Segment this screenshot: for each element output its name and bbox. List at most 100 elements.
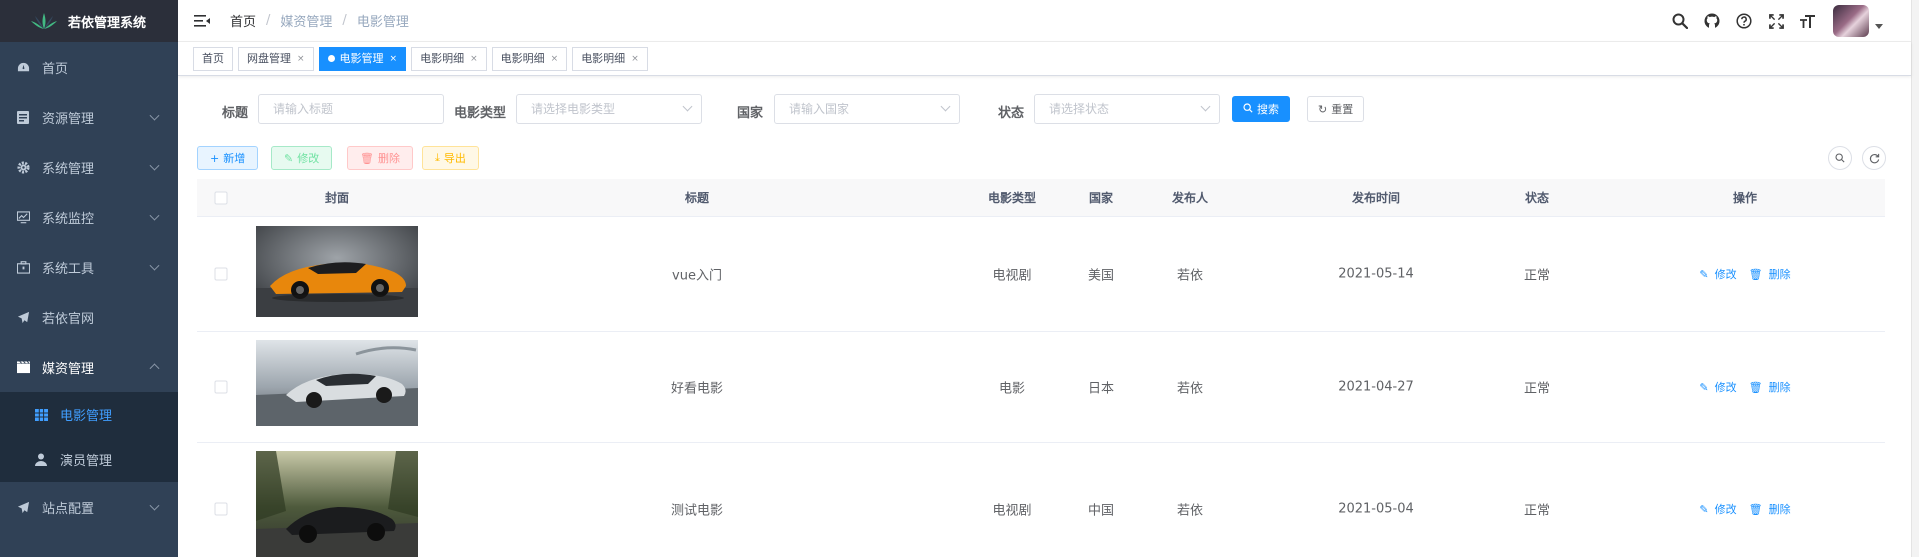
cell-publish-date: 2021-05-04	[1338, 501, 1414, 517]
dashboard-icon	[16, 60, 30, 74]
search-button-label: 搜索	[1257, 103, 1279, 116]
cell-status: 正常	[1523, 503, 1551, 519]
sidebar-item-actors[interactable]: 演员管理	[0, 437, 178, 482]
cell-title: 测试电影	[670, 503, 724, 519]
row-delete-link[interactable]: 🗑 删除	[1746, 379, 1794, 395]
download-icon: ⤓	[435, 151, 440, 164]
toggle-search-button[interactable]	[1828, 146, 1852, 170]
refresh-icon	[1869, 153, 1879, 163]
sidebar-item-monitor[interactable]: 系统监控	[0, 192, 178, 242]
sidebar-item-label: 资源管理	[42, 111, 95, 127]
close-icon[interactable]: ×	[631, 48, 639, 70]
sidebar-item-resources[interactable]: 资源管理	[0, 92, 178, 142]
search-icon[interactable]	[1671, 12, 1689, 30]
cell-publish-date: 2021-05-14	[1338, 266, 1414, 282]
table-row: 好看电影 电影 日本 若依 2021-04-27 正常 ✎ 修改 🗑 删除	[197, 332, 1885, 443]
export-button[interactable]: ⤓ 导出	[422, 146, 479, 170]
export-button-label: 导出	[443, 152, 466, 165]
sidebar-item-label: 系统工具	[42, 261, 95, 277]
row-checkbox[interactable]	[214, 380, 228, 394]
chevron-down-icon	[149, 210, 160, 221]
edit-icon: ✎	[1699, 503, 1709, 516]
active-dot-icon	[327, 55, 335, 62]
fullscreen-icon[interactable]	[1767, 12, 1785, 30]
movie-type-placeholder: 请选择电影类型	[531, 102, 616, 116]
chevron-down-icon	[940, 101, 951, 112]
add-button[interactable]: + 新增	[197, 146, 259, 170]
table-toolbar: + 新增 ✎ 修改 🗑 删除 ⤓ 导出	[178, 146, 1911, 180]
column-header-status: 状态	[1524, 191, 1550, 205]
row-checkbox[interactable]	[214, 267, 228, 281]
row-edit-link[interactable]: ✎ 修改	[1696, 266, 1739, 282]
row-delete-link[interactable]: 🗑 删除	[1746, 501, 1794, 517]
row-edit-link[interactable]: ✎ 修改	[1696, 501, 1739, 517]
app: 若依管理系统 首页 资源管理 系统管理 系统监控 系统工具 若依官网 媒资管理 …	[0, 0, 1919, 557]
chevron-up-icon	[149, 363, 160, 374]
column-header-publisher: 发布人	[1171, 191, 1209, 205]
tag-movie-management[interactable]: 电影管理 ×	[318, 46, 407, 71]
row-edit-label: 修改	[1714, 381, 1737, 394]
tag-label: 电影明细	[420, 51, 465, 65]
row-delete-link[interactable]: 🗑 删除	[1746, 266, 1794, 282]
avatar[interactable]	[1833, 5, 1869, 37]
tag-label: 电影明细	[500, 51, 545, 65]
tag-home[interactable]: 首页	[193, 46, 233, 71]
tag-movie-detail[interactable]: 电影明细 ×	[411, 46, 487, 71]
tag-movie-detail[interactable]: 电影明细 ×	[491, 46, 568, 71]
github-icon[interactable]	[1703, 12, 1721, 30]
breadcrumb-item-media[interactable]: 媒资管理	[280, 11, 332, 30]
title-input[interactable]: 请输入标题	[258, 94, 444, 124]
row-delete-label: 删除	[1768, 503, 1791, 516]
sidebar-item-website[interactable]: 若依官网	[0, 292, 178, 342]
delete-button[interactable]: 🗑 删除	[347, 146, 413, 170]
user-icon	[34, 453, 48, 467]
font-size-icon[interactable]	[1799, 12, 1817, 30]
cell-publisher: 若依	[1176, 268, 1204, 284]
sidebar-item-site-config[interactable]: 站点配置	[0, 482, 178, 532]
close-icon[interactable]: ×	[470, 48, 478, 70]
tag-cloud-drive[interactable]: 网盘管理 ×	[238, 46, 314, 71]
status-placeholder: 请选择状态	[1049, 102, 1110, 116]
close-icon[interactable]: ×	[551, 48, 559, 70]
movie-type-select[interactable]: 请选择电影类型	[516, 94, 702, 124]
tag-movie-detail[interactable]: 电影明细 ×	[572, 46, 648, 71]
sidebar-item-movies[interactable]: 电影管理	[0, 392, 178, 437]
close-icon[interactable]: ×	[390, 48, 398, 70]
trash-icon: 🗑	[360, 151, 374, 165]
edit-button-label: 修改	[297, 152, 320, 165]
send-icon	[16, 310, 30, 324]
cover-image-orange-sports-car	[256, 226, 418, 317]
column-header-cover: 封面	[324, 191, 350, 205]
logo[interactable]: 若依管理系统	[0, 0, 178, 42]
caret-down-icon[interactable]	[1875, 23, 1883, 29]
search-icon	[1243, 102, 1253, 116]
cell-status: 正常	[1523, 381, 1551, 397]
refresh-button[interactable]	[1862, 146, 1886, 170]
search-icon	[1835, 153, 1845, 163]
reset-button[interactable]: ↻ 重置	[1307, 96, 1365, 122]
plus-icon: +	[210, 151, 220, 165]
sidebar-item-home[interactable]: 首页	[0, 42, 178, 92]
help-icon[interactable]	[1735, 12, 1753, 30]
sidebar-item-tools[interactable]: 系统工具	[0, 242, 178, 292]
row-edit-link[interactable]: ✎ 修改	[1696, 379, 1739, 395]
edit-button[interactable]: ✎ 修改	[271, 146, 333, 170]
gear-icon	[16, 160, 30, 174]
sidebar-item-system[interactable]: 系统管理	[0, 142, 178, 192]
select-all-checkbox[interactable]	[214, 191, 228, 205]
sidebar-item-media[interactable]: 媒资管理	[0, 342, 178, 392]
hamburger-icon[interactable]	[194, 14, 210, 28]
status-select[interactable]: 请选择状态	[1034, 94, 1220, 124]
sidebar-item-label: 媒资管理	[42, 361, 95, 377]
close-icon[interactable]: ×	[297, 48, 305, 70]
breadcrumb: 首页 / 媒资管理 / 电影管理	[230, 11, 409, 30]
chevron-down-icon	[149, 160, 160, 171]
country-input[interactable]: 请输入国家	[774, 94, 960, 124]
row-checkbox[interactable]	[214, 502, 228, 516]
breadcrumb-item-home[interactable]: 首页	[230, 11, 256, 30]
column-header-actions: 操作	[1732, 191, 1758, 205]
edit-icon: ✎	[1699, 381, 1709, 394]
add-button-label: 新增	[223, 152, 246, 165]
page-scrollbar[interactable]	[1911, 0, 1919, 557]
search-button[interactable]: 搜索	[1232, 96, 1290, 122]
